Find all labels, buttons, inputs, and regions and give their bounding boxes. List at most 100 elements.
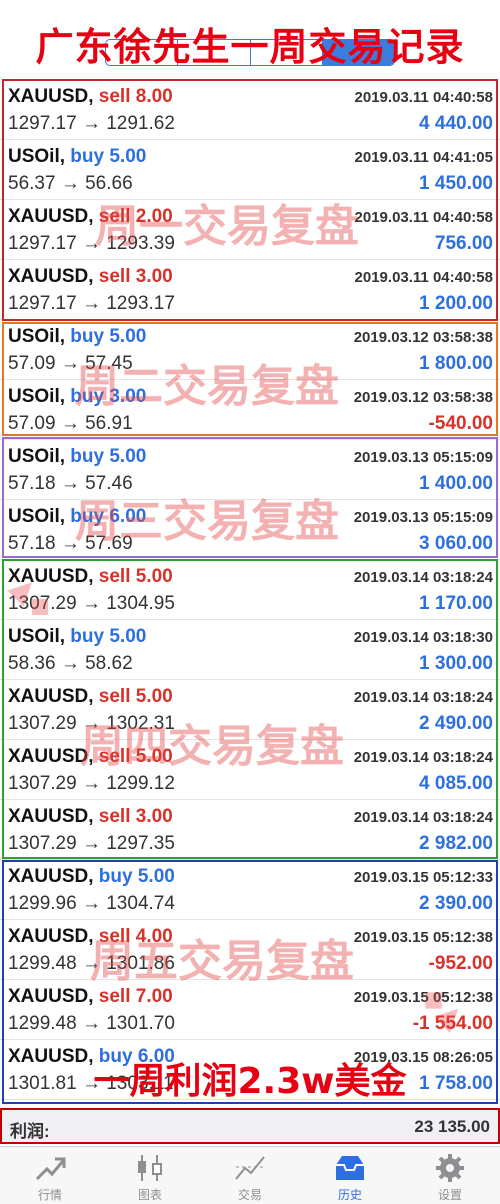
trade-symbol-name: USOil, [8,146,66,167]
trade-time: 2019.03.12 03:58:38 [353,329,493,346]
trade-prices: 1307.29 → 1299.12 [8,773,175,794]
tab-trade[interactable]: 交易 [200,1147,300,1204]
trade-direction: sell 4.00 [98,926,173,947]
trade-symbol-name: XAUUSD, [8,566,94,587]
trade-row[interactable]: XAUUSD, sell 8.00 2019.03.11 04:40:58 1297… [0,80,500,140]
trade-symbol: XAUUSD, sell 3.00 [8,266,173,288]
trade-direction: sell 5.00 [98,746,173,767]
bottom-tab-bar: 行情 图表 交易 历史 设置 [0,1146,500,1204]
trade-direction: sell 5.00 [98,566,173,587]
trade-symbol-name: XAUUSD, [8,686,94,707]
trade-prices: 57.09 → 57.45 [8,353,133,374]
trade-symbol-name: USOil, [8,386,66,407]
trade-profit: -1 554.00 [412,1013,493,1034]
trend-arrow-icon [33,1153,67,1183]
trade-symbol-name: XAUUSD, [8,266,94,287]
trade-profit: 1 200.00 [419,293,493,314]
trade-symbol-name: XAUUSD, [8,866,94,887]
tab-chart[interactable]: 图表 [100,1147,200,1204]
trade-line-icon [233,1153,267,1183]
trade-symbol-name: USOil, [8,446,66,467]
trade-symbol-name: XAUUSD, [8,806,94,827]
trade-row[interactable]: XAUUSD, sell 5.00 2019.03.14 03:18:24 1307… [0,680,500,740]
trade-time: 2019.03.11 04:41:05 [354,149,493,166]
trade-row[interactable]: USOil, buy 6.00 2019.03.13 05:15:09 57.18 … [0,500,500,560]
trade-profit: -952.00 [428,953,493,974]
overlay-title: 广东徐先生一周交易记录 [35,25,465,69]
trade-profit: 2 490.00 [419,713,493,734]
trade-direction: sell 7.00 [98,986,173,1007]
gear-icon [433,1153,467,1183]
tab-trade-label: 交易 [237,1188,262,1202]
trade-symbol: USOil, buy 5.00 [8,326,146,348]
trade-direction: buy 5.00 [70,626,147,647]
trade-time: 2019.03.13 05:15:09 [353,509,493,526]
tab-history[interactable]: 历史 [300,1147,400,1204]
trade-row[interactable]: XAUUSD, sell 5.00 2019.03.14 03:18:24 1307… [0,740,500,800]
tab-chart-label: 图表 [137,1188,162,1202]
trade-row[interactable]: XAUUSD, sell 7.00 2019.03.15 05:12:38 1299… [0,980,500,1040]
trade-prices: 56.37 → 56.66 [8,173,133,194]
trade-time: 2019.03.14 03:18:24 [353,689,493,706]
trade-symbol: XAUUSD, sell 5.00 [8,746,173,768]
trade-row[interactable]: XAUUSD, sell 3.00 2019.03.11 04:40:58 1297… [0,260,500,320]
trade-prices: 1297.17 → 1293.39 [8,233,175,254]
trade-direction: buy 3.00 [70,386,147,407]
trade-prices: 1307.29 → 1302.31 [8,713,175,734]
trade-profit: 1 300.00 [419,653,493,674]
trade-row[interactable]: XAUUSD, sell 2.00 2019.03.11 04:40:58 1297… [0,200,500,260]
trade-direction: buy 5.00 [98,866,175,887]
trade-symbol: XAUUSD, sell 4.00 [8,926,173,948]
tab-settings[interactable]: 设置 [400,1147,500,1204]
trade-symbol: XAUUSD, sell 5.00 [8,566,173,588]
trade-row[interactable]: USOil, buy 5.00 2019.03.11 04:41:05 56.37 … [0,140,500,200]
trade-time: 2019.03.14 03:18:24 [353,569,493,586]
trade-row[interactable]: USOil, buy 5.00 2019.03.12 03:58:38 57.09 … [0,320,500,380]
trade-profit: 4 085.00 [419,773,493,794]
trade-symbol-name: XAUUSD, [8,86,94,107]
trade-prices: 1307.29 → 1297.35 [8,833,175,854]
trade-profit: 1 170.00 [419,593,493,614]
trade-symbol: XAUUSD, sell 5.00 [8,686,173,708]
trade-prices: 1297.17 → 1291.62 [8,113,175,134]
trade-row[interactable]: XAUUSD, sell 5.00 2019.03.14 03:18:24 1307… [0,560,500,620]
trade-symbol-name: XAUUSD, [8,746,94,767]
trade-row[interactable]: USOil, buy 3.00 2019.03.12 03:58:38 57.09 … [0,380,500,440]
trade-profit: 1 400.00 [419,473,493,494]
trade-prices: 1297.17 → 1293.17 [8,293,175,314]
trade-symbol: XAUUSD, sell 3.00 [8,806,173,828]
trade-symbol: USOil, buy 5.00 [8,146,146,168]
candlestick-icon [133,1153,167,1183]
trade-row[interactable]: USOil, buy 5.00 2019.03.13 05:15:09 57.18 … [0,440,500,500]
trade-row[interactable]: XAUUSD, buy 5.00 2019.03.15 05:12:33 1299.… [0,860,500,920]
trade-prices: 57.09 → 56.91 [8,413,133,434]
trade-prices: 58.36 → 58.62 [8,653,133,674]
trade-time: 2019.03.15 05:12:33 [353,869,493,886]
trade-row[interactable]: XAUUSD, sell 4.00 2019.03.15 05:12:38 1299… [0,920,500,980]
trade-direction: sell 5.00 [98,686,173,707]
trade-direction: buy 5.00 [70,146,147,167]
trade-profit: -540.00 [428,413,493,434]
trade-time: 2019.03.11 04:40:58 [354,209,493,226]
tab-quotes-label: 行情 [37,1188,62,1202]
trade-time: 2019.03.14 03:18:24 [353,809,493,826]
weekly-profit-overlay: 一周利润2.3w美金 [93,1061,407,1102]
trade-symbol: USOil, buy 6.00 [8,506,146,528]
total-profit-value: 23 135.00 [414,1117,490,1136]
trade-prices: 1299.48 → 1301.86 [8,953,175,974]
tab-history-label: 历史 [337,1188,362,1202]
history-tray-icon [333,1153,367,1183]
trade-time: 2019.03.13 05:15:09 [353,449,493,466]
trade-profit: 2 982.00 [419,833,493,854]
trade-profit: 756.00 [434,233,493,254]
trade-time: 2019.03.14 03:18:24 [353,749,493,766]
tab-quotes[interactable]: 行情 [0,1147,100,1204]
trade-prices: 57.18 → 57.69 [8,533,133,554]
trade-profit: 3 060.00 [419,533,493,554]
trade-row[interactable]: USOil, buy 5.00 2019.03.14 03:18:30 58.36 … [0,620,500,680]
trade-symbol: USOil, buy 5.00 [8,446,146,468]
trade-row[interactable]: XAUUSD, sell 3.00 2019.03.14 03:18:24 1307… [0,800,500,860]
total-profit-row: 利润: 23 135.00 [0,1108,500,1144]
trade-direction: buy 6.00 [70,506,147,527]
trade-prices: 57.18 → 57.46 [8,473,133,494]
